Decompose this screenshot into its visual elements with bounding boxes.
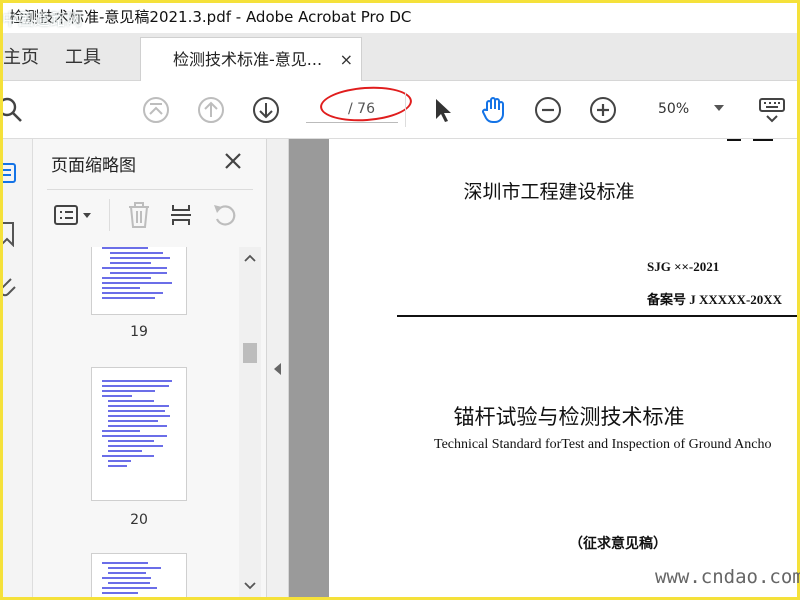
tab-bar: 主页 工具 检测技术标准-意见... × bbox=[3, 33, 797, 81]
highlight-ellipse bbox=[318, 83, 414, 125]
thumbnail-panel: 页面缩略图 19 20 bbox=[33, 139, 267, 597]
thumbnail-toolbar bbox=[47, 195, 253, 235]
tab-document[interactable]: 检测技术标准-意见... × bbox=[140, 37, 362, 81]
doc-draft-label: （征求意见稿） bbox=[569, 536, 667, 552]
page-thumbnails-icon[interactable] bbox=[3, 161, 21, 185]
attachment-icon[interactable] bbox=[3, 275, 21, 299]
options-menu-icon[interactable] bbox=[53, 201, 91, 229]
zoom-dropdown[interactable]: 50% bbox=[648, 97, 732, 123]
chevron-down-icon bbox=[714, 105, 724, 111]
zoom-in-icon[interactable] bbox=[588, 95, 618, 125]
zoom-value: 50% bbox=[658, 101, 690, 117]
previous-page-icon[interactable] bbox=[196, 95, 226, 125]
chevron-up-icon[interactable] bbox=[244, 253, 256, 265]
panel-collapse-strip[interactable] bbox=[267, 139, 289, 597]
doc-rule bbox=[397, 315, 797, 317]
thumbnail-number: 19 bbox=[130, 324, 148, 340]
next-page-icon[interactable] bbox=[251, 95, 281, 125]
doc-header: 深圳市工程建设标准 bbox=[463, 181, 635, 203]
chevron-down-icon[interactable] bbox=[244, 579, 256, 591]
left-rail bbox=[3, 139, 33, 597]
first-page-icon[interactable] bbox=[141, 95, 171, 125]
window-title: 检测技术标准-意见稿2021.3.pdf - Adobe Acrobat Pro… bbox=[3, 3, 797, 33]
thumbnail-content bbox=[102, 380, 178, 470]
rotate-icon[interactable] bbox=[211, 201, 239, 229]
keyboard-tools-icon[interactable] bbox=[757, 95, 787, 125]
thumbnail-content bbox=[102, 562, 178, 597]
thumbnail-number: 20 bbox=[130, 512, 148, 528]
page-top-mark bbox=[727, 139, 775, 142]
zoom-out-icon[interactable] bbox=[533, 95, 563, 125]
collapse-arrow-icon[interactable] bbox=[274, 363, 281, 375]
hand-tool-icon[interactable] bbox=[479, 95, 509, 125]
thumbnail-list: 19 20 bbox=[33, 247, 239, 597]
document-page: 深圳市工程建设标准 SJG ××-2021 备案号 J XXXXX-20XX 锚… bbox=[329, 139, 797, 597]
tab-home[interactable]: 主页 bbox=[3, 33, 39, 81]
acrobat-window: 检测技术标准-意见稿2021.3.pdf - Adobe Acrobat Pro… bbox=[3, 3, 797, 597]
trash-icon[interactable] bbox=[125, 201, 153, 229]
insert-page-icon[interactable] bbox=[167, 201, 195, 229]
panel-title: 页面缩略图 bbox=[51, 156, 136, 176]
tab-close-button[interactable]: × bbox=[340, 38, 353, 82]
watermark-bottom: www.cndao.com bbox=[655, 566, 800, 588]
select-pointer-icon[interactable] bbox=[427, 95, 457, 125]
page-thumbnail[interactable] bbox=[91, 553, 187, 597]
tools-divider bbox=[109, 199, 110, 231]
thumbnail-content bbox=[102, 247, 178, 302]
thumbnail-scrollbar[interactable] bbox=[239, 247, 261, 597]
doc-code: SJG ××-2021 bbox=[647, 259, 720, 274]
page-thumbnail[interactable] bbox=[91, 367, 187, 501]
scrollbar-thumb[interactable] bbox=[243, 343, 257, 363]
close-icon[interactable] bbox=[223, 151, 243, 171]
tab-document-label: 检测技术标准-意见... bbox=[173, 50, 323, 69]
watermark-top: 中国道路网 bbox=[2, 10, 83, 29]
toolbar-divider bbox=[405, 93, 406, 127]
tab-tools[interactable]: 工具 bbox=[65, 33, 101, 81]
search-icon[interactable] bbox=[3, 95, 25, 125]
main-toolbar: / 76 50% bbox=[3, 81, 797, 139]
page-thumbnail[interactable] bbox=[91, 247, 187, 315]
bookmark-icon[interactable] bbox=[3, 221, 21, 247]
panel-divider bbox=[47, 189, 253, 190]
doc-title-chinese: 锚杆试验与检测技术标准 bbox=[453, 405, 685, 429]
doc-record-number: 备案号 J XXXXX-20XX bbox=[647, 292, 783, 307]
doc-title-english: Technical Standard forTest and Inspectio… bbox=[434, 437, 772, 452]
